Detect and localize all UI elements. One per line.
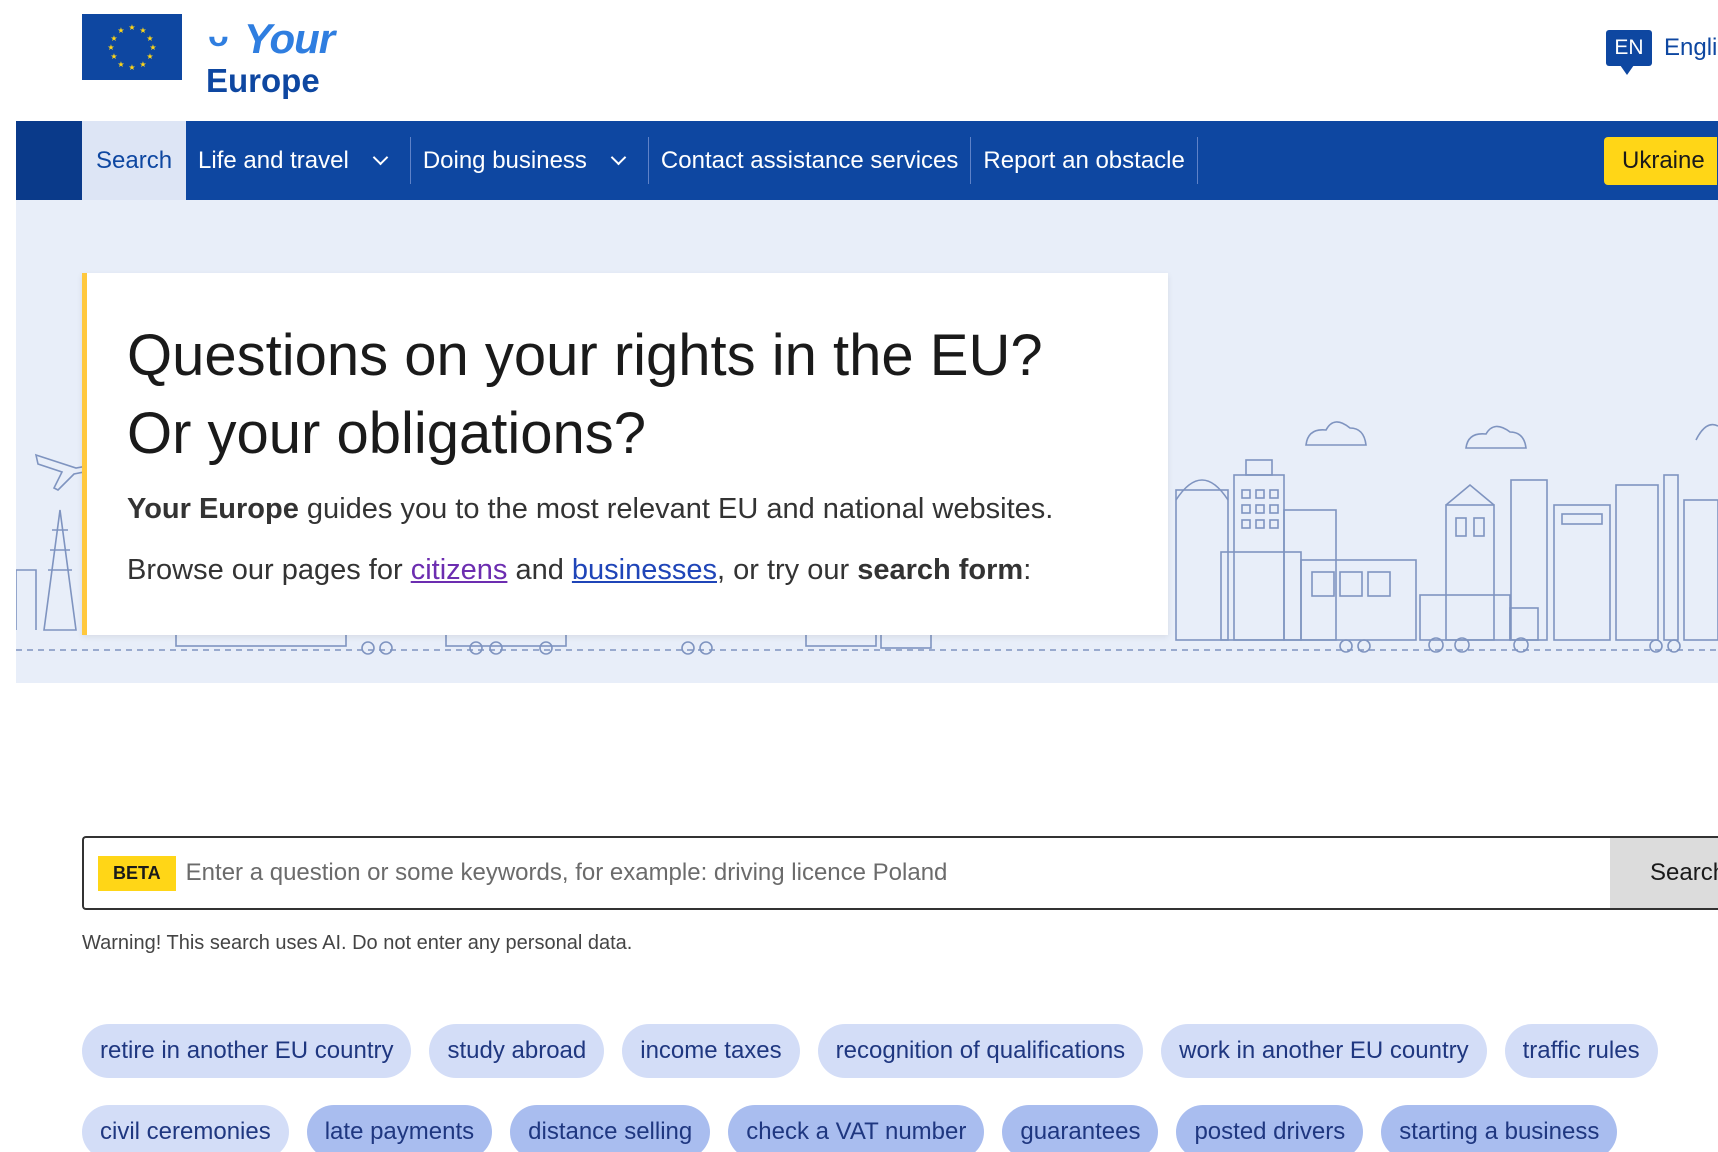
nav-item-search[interactable]: Search <box>82 121 187 200</box>
tag-retire-abroad[interactable]: retire in another EU country <box>82 1024 412 1078</box>
ukraine-button[interactable]: Ukraine <box>1604 137 1717 185</box>
tag-civil-ceremonies[interactable]: civil ceremonies <box>82 1105 289 1152</box>
nav-left-spacer <box>16 121 82 200</box>
search-input[interactable] <box>185 859 1610 887</box>
svg-text:★: ★ <box>146 34 153 43</box>
your-europe-logo[interactable]: ᴗ Your Europe <box>206 12 366 98</box>
chevron-down-icon <box>610 149 627 166</box>
logo-europe: Europe <box>206 62 320 99</box>
hero-title-line1: Questions on your rights in the EU? <box>127 323 1043 388</box>
tag-distance-selling[interactable]: distance selling <box>510 1105 711 1152</box>
chevron-down-icon <box>372 149 389 166</box>
citizens-link[interactable]: citizens <box>411 554 508 586</box>
hero-title-line2: Or your obligations? <box>127 401 647 466</box>
language-selector[interactable]: EN English <box>1606 30 1718 75</box>
hero-card: Questions on your rights in the EU? Or y… <box>82 273 1168 635</box>
svg-text:★: ★ <box>117 60 124 69</box>
svg-text:★: ★ <box>110 34 117 43</box>
nav-divider <box>1196 137 1198 184</box>
search-button[interactable]: Search <box>1610 838 1718 908</box>
eu-stars-icon: ★ ★★ ★★★ ★★★ ★★★ <box>107 23 156 72</box>
main-navigation: Search Life and travel Doing business Co… <box>16 121 1718 200</box>
nav-item-life-and-travel[interactable]: Life and travel <box>186 121 410 200</box>
tag-guarantees[interactable]: guarantees <box>1002 1105 1159 1152</box>
svg-text:★: ★ <box>128 63 135 72</box>
nav-item-label: Doing business <box>422 146 587 174</box>
svg-text:★: ★ <box>117 26 124 35</box>
colon-text: : <box>1023 554 1032 586</box>
search-bar: BETA Search <box>82 836 1718 910</box>
site-header: ★★★ ★★★ ★★★ ★★★ ᴗ Your Europe EN English <box>0 0 1718 121</box>
tag-traffic-rules[interactable]: traffic rules <box>1504 1024 1658 1078</box>
svg-text:★: ★ <box>107 43 114 52</box>
beta-badge: BETA <box>98 855 176 891</box>
tag-income-taxes[interactable]: income taxes <box>622 1024 800 1078</box>
language-name: English <box>1664 34 1718 61</box>
language-code-badge: EN <box>1606 30 1652 75</box>
nav-item-label: Report an obstacle <box>983 146 1185 174</box>
nav-item-label: Contact assistance services <box>660 146 959 174</box>
intro-rest: guides you to the most relevant EU and n… <box>298 493 1054 525</box>
nav-item-doing-business[interactable]: Doing business <box>411 121 648 200</box>
tag-late-payments[interactable]: late payments <box>306 1105 493 1152</box>
and-text: and <box>507 554 572 586</box>
svg-text:★: ★ <box>146 52 153 61</box>
search-form-bold: search form <box>857 554 1024 586</box>
smile-icon: ᴗ <box>208 16 229 54</box>
hero-intro: Your Europe guides you to the most relev… <box>127 493 1053 526</box>
try-text: , or try our <box>717 554 858 586</box>
logo-your: Your <box>244 15 335 62</box>
businesses-link[interactable]: businesses <box>572 554 717 586</box>
svg-text:★: ★ <box>149 43 156 52</box>
svg-text:★: ★ <box>139 60 146 69</box>
tag-study-abroad[interactable]: study abroad <box>429 1024 605 1078</box>
tag-starting-business[interactable]: starting a business <box>1381 1105 1618 1152</box>
intro-bold: Your Europe <box>127 493 299 525</box>
ai-warning-text: Warning! This search uses AI. Do not ent… <box>82 932 633 954</box>
svg-text:★: ★ <box>110 52 117 61</box>
nav-item-report-obstacle[interactable]: Report an obstacle <box>971 121 1196 200</box>
suggestion-tags-row2: civil ceremonies late payments distance … <box>82 1105 1718 1152</box>
eu-flag-icon[interactable]: ★ ★ ★ ★ ★ ★ ★ ★ ★ ★ ★ ★ <box>82 14 182 80</box>
suggestion-tags-row1: retire in another EU country study abroa… <box>82 1024 1718 1078</box>
svg-text:★: ★ <box>128 23 135 32</box>
tag-posted-drivers[interactable]: posted drivers <box>1176 1105 1364 1152</box>
tag-work-abroad[interactable]: work in another EU country <box>1161 1024 1487 1078</box>
nav-item-contact-assistance[interactable]: Contact assistance services <box>649 121 970 200</box>
tag-check-vat[interactable]: check a VAT number <box>728 1105 985 1152</box>
hero-title: Questions on your rights in the EU? Or y… <box>127 317 1167 473</box>
hero-browse: Browse our pages for citizens and busine… <box>127 554 1031 587</box>
tag-recognition-qualifications[interactable]: recognition of qualifications <box>817 1024 1144 1078</box>
page: ★★★ ★★★ ★★★ ★★★ ᴗ Your Europe EN English… <box>0 0 1718 1152</box>
nav-item-label: Life and travel <box>198 146 349 174</box>
nav-item-label: Search <box>96 146 173 174</box>
browse-prefix: Browse our pages for <box>127 554 411 586</box>
